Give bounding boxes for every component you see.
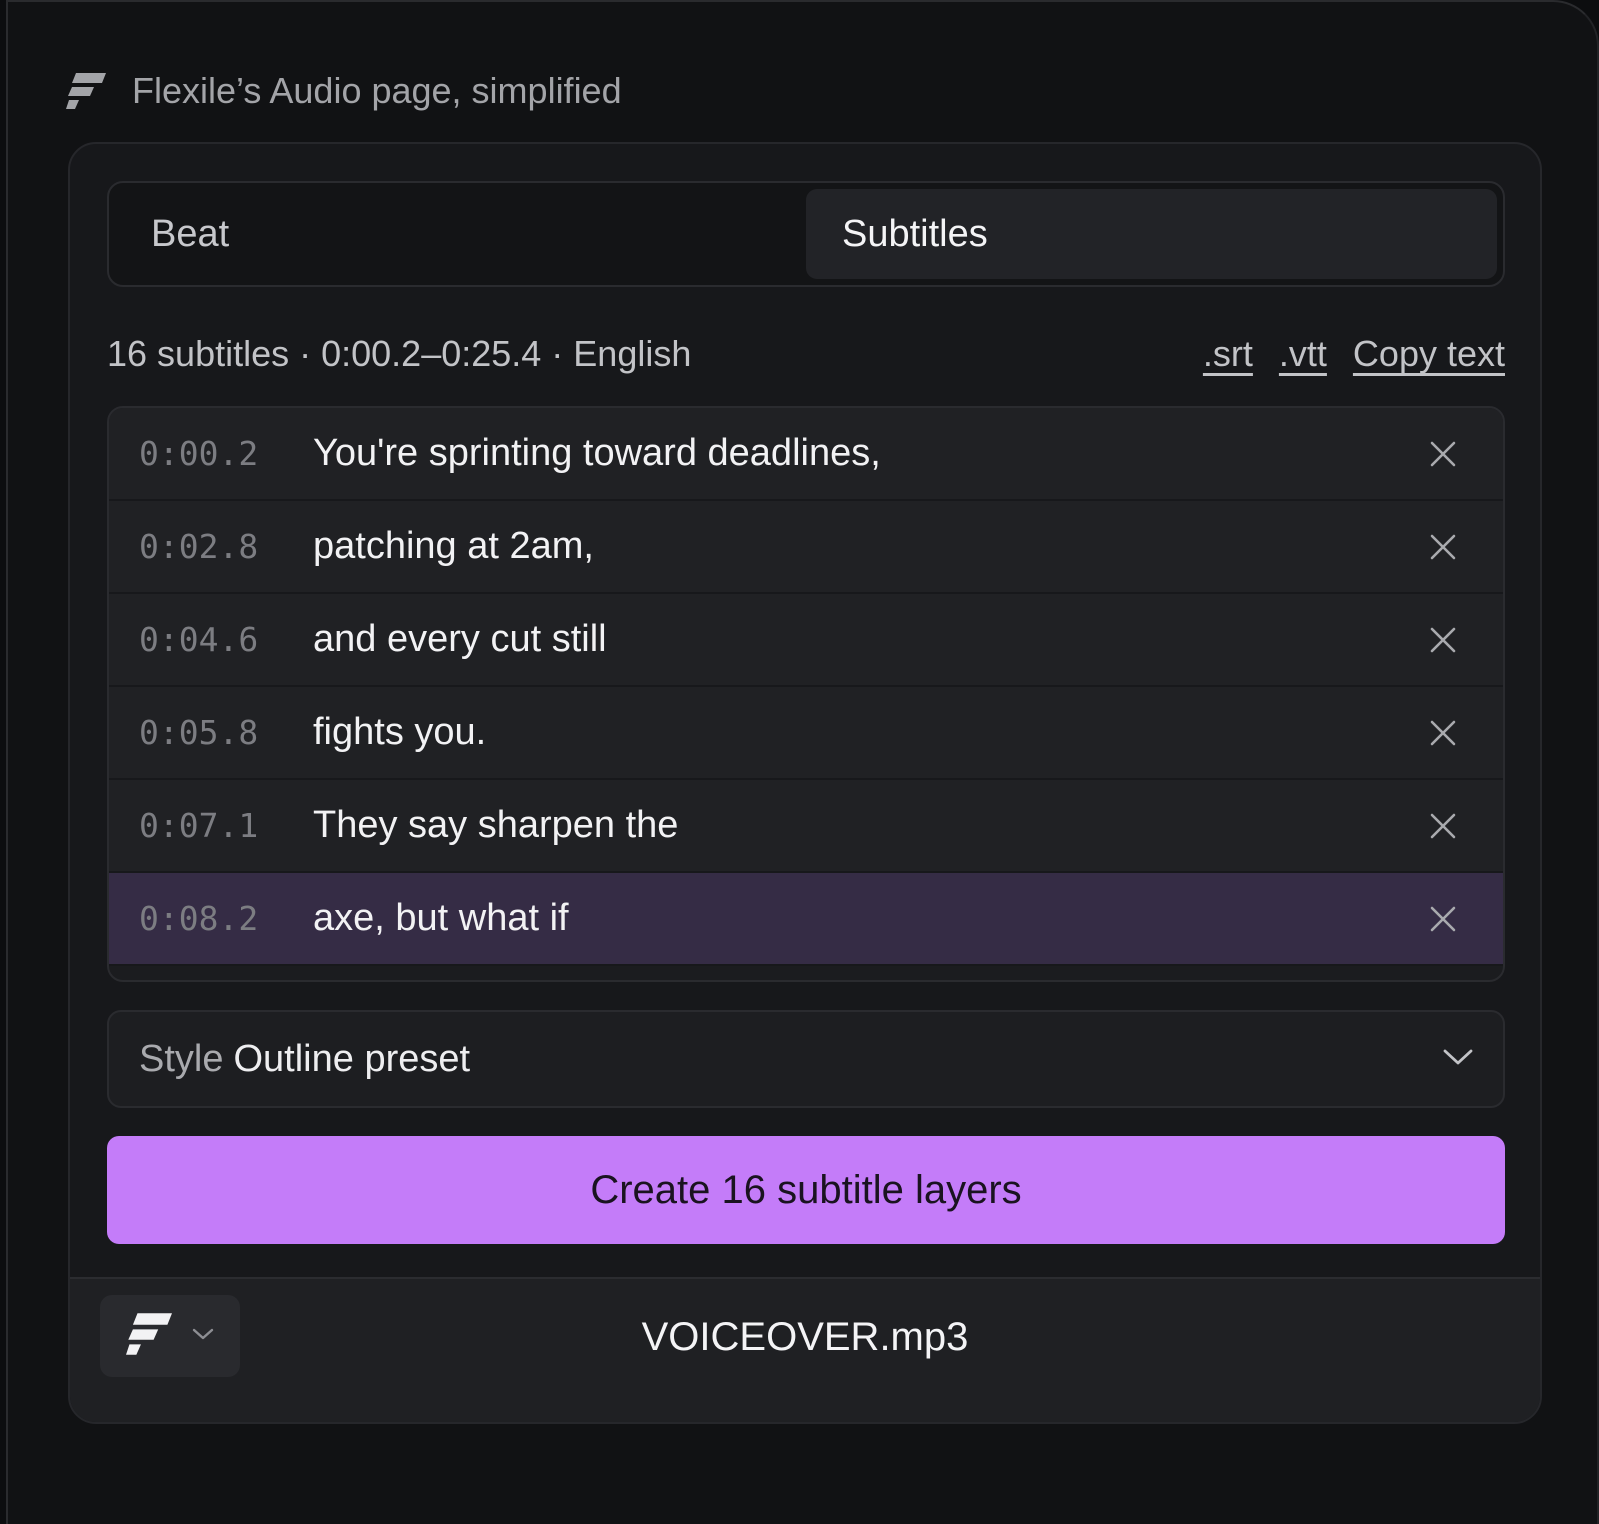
tab-subtitles[interactable]: Subtitles <box>806 189 1497 279</box>
chevron-down-icon <box>1443 1048 1473 1071</box>
flexile-logo-icon <box>66 73 106 109</box>
subtitle-time: 0:04.6 <box>139 620 259 659</box>
tab-beat[interactable]: Beat <box>115 189 806 279</box>
copy-text-link[interactable]: Copy text <box>1353 333 1505 375</box>
audio-filename: VOICEOVER.mp3 <box>641 1315 969 1359</box>
close-icon[interactable] <box>1413 796 1473 856</box>
subtitle-text[interactable]: and every cut still <box>313 618 1413 661</box>
create-subtitle-layers-button[interactable]: Create 16 subtitle layers <box>107 1136 1505 1244</box>
subtitle-summary: 16 subtitles · 0:00.2–0:25.4 · English <box>107 333 692 374</box>
subtitle-time: 0:07.1 <box>139 806 259 845</box>
subtitle-row[interactable]: 0:02.8 patching at 2am, <box>109 501 1503 594</box>
subtitle-row-selected[interactable]: 0:08.2 axe, but what if <box>109 873 1503 966</box>
subtitle-list[interactable]: 0:00.2 You're sprinting toward deadlines… <box>107 406 1505 982</box>
style-dropdown[interactable]: Style Outline preset <box>107 1010 1505 1108</box>
subtitle-row[interactable]: 0:07.1 They say sharpen the <box>109 780 1503 873</box>
subtitle-summary-bar: 16 subtitles · 0:00.2–0:25.4 · English .… <box>107 324 1505 384</box>
style-value: Outline preset <box>233 1037 471 1080</box>
subtitle-row[interactable]: 0:05.8 fights you. <box>109 687 1503 780</box>
tab-bar: Beat Subtitles <box>107 181 1505 287</box>
subtitle-time: 0:02.8 <box>139 527 259 566</box>
subtitle-text[interactable]: fights you. <box>313 711 1413 754</box>
close-icon[interactable] <box>1413 889 1473 949</box>
subtitle-row[interactable]: 0:00.2 You're sprinting toward deadlines… <box>109 408 1503 501</box>
subtitle-text[interactable]: They say sharpen the <box>313 804 1413 847</box>
close-icon[interactable] <box>1413 610 1473 670</box>
footer-bar: VOICEOVER.mp3 <box>70 1277 1540 1422</box>
style-label: Style <box>139 1037 224 1080</box>
close-icon[interactable] <box>1413 517 1473 577</box>
app-window: Flexile’s Audio page, simplified Beat Su… <box>6 0 1599 1524</box>
export-links: .srt .vtt Copy text <box>1203 333 1505 375</box>
subtitle-time: 0:08.2 <box>139 899 259 938</box>
subtitle-row[interactable]: 0:04.6 and every cut still <box>109 594 1503 687</box>
subtitle-text[interactable]: patching at 2am, <box>313 525 1413 568</box>
page-caption: Flexile’s Audio page, simplified <box>66 68 622 114</box>
audio-panel: Beat Subtitles 16 subtitles · 0:00.2–0:2… <box>68 142 1542 1424</box>
close-icon[interactable] <box>1413 424 1473 484</box>
subtitle-text[interactable]: You're sprinting toward deadlines, <box>313 432 1413 475</box>
subtitle-time: 0:05.8 <box>139 713 259 752</box>
export-vtt-link[interactable]: .vtt <box>1279 333 1327 375</box>
subtitle-time: 0:00.2 <box>139 434 259 473</box>
style-dropdown-value-group: Style Outline preset <box>139 1038 470 1081</box>
subtitle-text[interactable]: axe, but what if <box>313 897 1413 940</box>
export-srt-link[interactable]: .srt <box>1203 333 1253 375</box>
page-caption-text: Flexile’s Audio page, simplified <box>132 70 622 111</box>
close-icon[interactable] <box>1413 703 1473 763</box>
